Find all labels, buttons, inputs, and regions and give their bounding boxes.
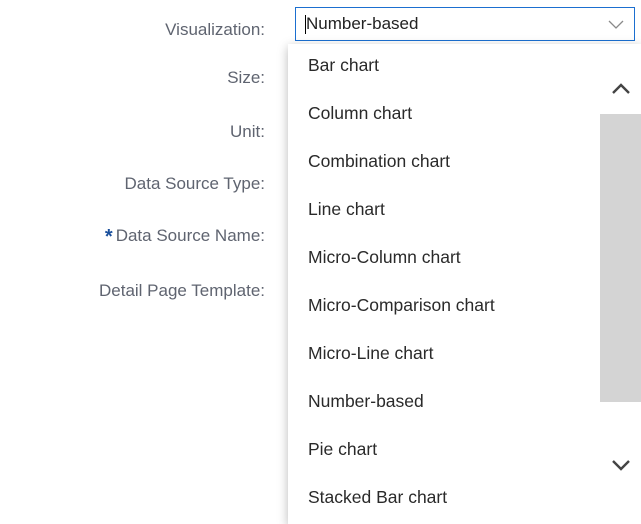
detail-page-template-label: Detail Page Template: bbox=[98, 281, 265, 300]
scrollbar-thumb[interactable] bbox=[600, 114, 641, 402]
dropdown-option[interactable]: Micro-Line chart bbox=[288, 332, 600, 380]
tile-settings-form: Visualization: Size: Unit: Data Source T… bbox=[0, 0, 641, 524]
dropdown-option[interactable]: Micro-Comparison chart bbox=[288, 284, 600, 332]
dropdown-option[interactable]: Stacked Bar chart bbox=[288, 476, 600, 524]
scroll-up-button[interactable] bbox=[600, 44, 641, 114]
size-label: Size: bbox=[227, 68, 265, 87]
visualization-label: Visualization: bbox=[165, 20, 265, 39]
data-source-type-label: Data Source Type: bbox=[124, 174, 266, 193]
dropdown-scrollbar[interactable] bbox=[600, 44, 641, 524]
dropdown-option[interactable]: Number-based bbox=[288, 380, 600, 428]
visualization-select-value: Number-based bbox=[306, 14, 419, 33]
data-source-name-label-text: Data Source Name: bbox=[115, 226, 265, 245]
data-source-name-label: * Data Source Name: bbox=[104, 225, 265, 248]
text-caret bbox=[305, 15, 306, 34]
required-marker: * bbox=[104, 226, 113, 248]
dropdown-options: Bar chart Column chart Combination chart Li… bbox=[288, 44, 600, 524]
dropdown-option[interactable]: Column chart bbox=[288, 92, 600, 140]
dropdown-option[interactable]: Micro-Column chart bbox=[288, 236, 600, 284]
chevron-up-icon bbox=[612, 83, 630, 94]
dropdown-option[interactable]: Bar chart bbox=[288, 44, 600, 92]
chevron-down-icon[interactable] bbox=[608, 17, 624, 31]
scroll-down-button[interactable] bbox=[600, 448, 641, 524]
dropdown-option[interactable]: Pie chart bbox=[288, 428, 600, 476]
visualization-select[interactable]: Number-based bbox=[295, 7, 635, 41]
unit-label: Unit: bbox=[230, 122, 265, 141]
dropdown-option[interactable]: Line chart bbox=[288, 188, 600, 236]
chevron-down-icon bbox=[612, 460, 630, 471]
visualization-dropdown-list: Bar chart Column chart Combination chart Li… bbox=[288, 44, 641, 524]
dropdown-option[interactable]: Combination chart bbox=[288, 140, 600, 188]
